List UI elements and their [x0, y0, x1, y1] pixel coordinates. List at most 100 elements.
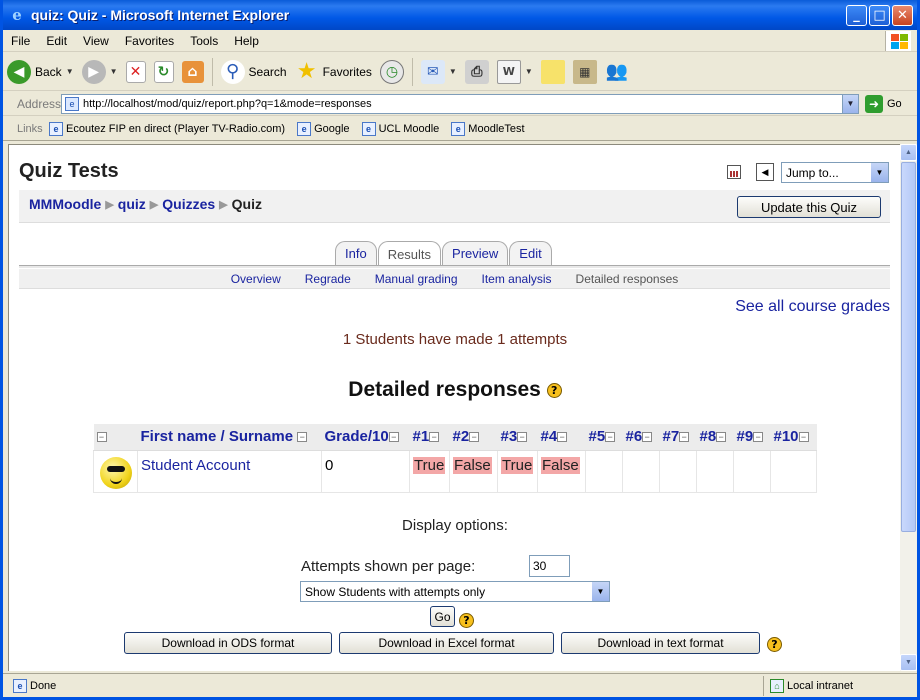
- edit-button[interactable]: W ▼: [493, 56, 537, 88]
- answer-q2[interactable]: False: [453, 456, 492, 474]
- report-icon[interactable]: [727, 165, 741, 179]
- download-text-button[interactable]: Download in text format: [561, 632, 760, 654]
- go-options-button[interactable]: Go: [430, 606, 455, 627]
- breadcrumb-mmmoodle[interactable]: MMMoodle: [29, 196, 101, 212]
- tab-preview[interactable]: Preview: [442, 241, 509, 265]
- link-google[interactable]: e Google: [297, 121, 350, 136]
- header-q4-label[interactable]: #4: [541, 428, 558, 445]
- header-name-label[interactable]: First name / Surname: [141, 428, 294, 445]
- header-q5-label[interactable]: #5: [589, 428, 606, 445]
- collapse-icon[interactable]: −: [429, 432, 440, 443]
- jump-to-select[interactable]: Jump to... ▼: [781, 162, 889, 183]
- menu-view[interactable]: View: [75, 34, 117, 48]
- answer-q1[interactable]: True: [413, 456, 446, 474]
- menu-tools[interactable]: Tools: [182, 34, 226, 48]
- tab-results[interactable]: Results: [377, 241, 442, 266]
- link-fip[interactable]: e Ecoutez FIP en direct (Player TV-Radio…: [49, 121, 285, 136]
- menu-help[interactable]: Help: [226, 34, 267, 48]
- previous-activity-button[interactable]: ◀: [756, 163, 774, 181]
- stop-button[interactable]: ✕: [122, 56, 150, 88]
- answer-q4[interactable]: False: [541, 456, 580, 474]
- mail-button[interactable]: ✉ ▼: [417, 56, 461, 88]
- collapse-icon[interactable]: −: [605, 432, 616, 443]
- header-q10-label[interactable]: #10: [774, 428, 799, 445]
- collapse-icon[interactable]: −: [557, 432, 568, 443]
- header-q6-label[interactable]: #6: [626, 428, 643, 445]
- student-name-link[interactable]: Student Account: [141, 457, 250, 474]
- update-quiz-button[interactable]: Update this Quiz: [737, 196, 881, 218]
- home-button[interactable]: ⌂: [178, 56, 208, 88]
- menu-edit[interactable]: Edit: [38, 34, 75, 48]
- address-dropdown-icon[interactable]: ▼: [842, 94, 858, 113]
- scroll-down-icon[interactable]: ▼: [900, 654, 917, 671]
- header-q3-label[interactable]: #3: [501, 428, 518, 445]
- header-q2-label[interactable]: #2: [453, 428, 470, 445]
- header-q9-label[interactable]: #9: [737, 428, 754, 445]
- show-students-select[interactable]: Show Students with attempts only ▼: [300, 581, 610, 602]
- edit-dropdown-icon[interactable]: ▼: [525, 67, 533, 76]
- discuss-button[interactable]: [537, 56, 569, 88]
- collapse-icon[interactable]: −: [96, 432, 107, 443]
- subtab-regrade[interactable]: Regrade: [305, 272, 351, 286]
- forward-button[interactable]: ▶ ▼: [78, 56, 122, 88]
- scroll-up-icon[interactable]: ▲: [900, 144, 917, 161]
- back-button[interactable]: ◀ Back ▼: [3, 56, 78, 88]
- history-button[interactable]: ◷: [376, 56, 408, 88]
- menu-file[interactable]: File: [3, 34, 38, 48]
- see-all-course-grades-link[interactable]: See all course grades: [735, 298, 890, 316]
- vertical-scrollbar[interactable]: ▲ ▼: [900, 144, 917, 671]
- header-q7-label[interactable]: #7: [663, 428, 680, 445]
- tab-edit[interactable]: Edit: [509, 241, 552, 265]
- refresh-button[interactable]: ↻: [150, 56, 178, 88]
- collapse-icon[interactable]: −: [469, 432, 480, 443]
- messenger-button[interactable]: 👥: [601, 56, 633, 88]
- toolbar: ◀ Back ▼ ▶ ▼ ✕ ↻ ⌂ ⚲ Search ★ Favorites …: [3, 53, 917, 91]
- answer-q3[interactable]: True: [501, 456, 534, 474]
- link-ucl-moodle[interactable]: e UCL Moodle: [361, 121, 439, 136]
- search-button[interactable]: ⚲ Search: [217, 56, 291, 88]
- close-button[interactable]: ✕: [892, 5, 913, 26]
- mail-icon: ✉: [420, 59, 445, 84]
- minimize-button[interactable]: _: [846, 5, 867, 26]
- header-q7: #7−: [659, 424, 697, 451]
- print-button[interactable]: ⎙: [461, 56, 493, 88]
- maximize-button[interactable]: □: [869, 5, 890, 26]
- go-button[interactable]: ➜ Go: [865, 94, 902, 113]
- breadcrumb-quiz[interactable]: quiz: [118, 196, 146, 212]
- research-button[interactable]: ▦: [569, 56, 601, 88]
- link-moodletest[interactable]: e MoodleTest: [451, 121, 525, 136]
- subtab-item-analysis[interactable]: Item analysis: [482, 272, 552, 286]
- help-icon[interactable]: ?: [546, 382, 562, 398]
- collapse-icon[interactable]: −: [798, 432, 809, 443]
- mail-dropdown-icon[interactable]: ▼: [449, 67, 457, 76]
- menu-favorites[interactable]: Favorites: [117, 34, 182, 48]
- tab-info[interactable]: Info: [335, 241, 377, 265]
- avatar[interactable]: [99, 456, 132, 489]
- collapse-icon[interactable]: −: [716, 432, 727, 443]
- header-grade-label[interactable]: Grade/10: [325, 428, 389, 445]
- navbar: MMMoodle ▶ quiz ▶ Quizzes ▶ Quiz Update …: [19, 190, 890, 223]
- favorites-button[interactable]: ★ Favorites: [291, 56, 376, 88]
- per-page-input[interactable]: 30: [529, 555, 570, 577]
- subtab-manual-grading[interactable]: Manual grading: [375, 272, 458, 286]
- scrollbar-thumb[interactable]: [901, 162, 916, 532]
- download-excel-button[interactable]: Download in Excel format: [339, 632, 554, 654]
- collapse-icon[interactable]: −: [753, 432, 764, 443]
- breadcrumb-separator-icon: ▶: [149, 198, 159, 211]
- collapse-icon[interactable]: −: [388, 432, 399, 443]
- collapse-icon[interactable]: −: [297, 432, 308, 443]
- back-dropdown-icon[interactable]: ▼: [66, 67, 74, 76]
- header-q1-label[interactable]: #1: [413, 428, 430, 445]
- chevron-down-icon: ▼: [871, 163, 888, 182]
- breadcrumb-quizzes[interactable]: Quizzes: [162, 196, 215, 212]
- collapse-icon[interactable]: −: [517, 432, 528, 443]
- forward-dropdown-icon[interactable]: ▼: [110, 67, 118, 76]
- help-icon[interactable]: ?: [767, 637, 782, 652]
- collapse-icon[interactable]: −: [642, 432, 653, 443]
- subtab-overview[interactable]: Overview: [231, 272, 281, 286]
- collapse-icon[interactable]: −: [679, 432, 690, 443]
- header-q8-label[interactable]: #8: [700, 428, 717, 445]
- address-input[interactable]: e http://localhost/mod/quiz/report.php?q…: [61, 93, 859, 114]
- download-ods-button[interactable]: Download in ODS format: [124, 632, 332, 654]
- help-icon[interactable]: ?: [459, 613, 474, 628]
